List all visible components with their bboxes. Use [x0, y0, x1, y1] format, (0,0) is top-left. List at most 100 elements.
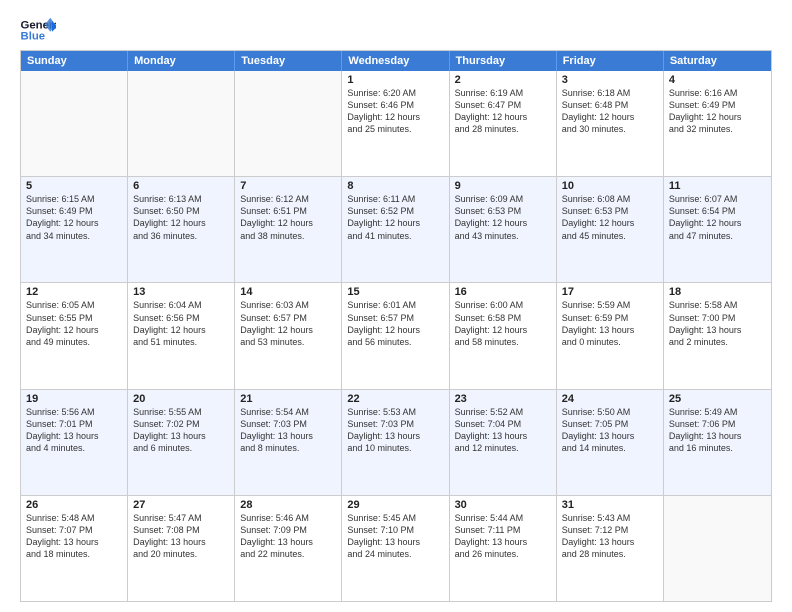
day-info: Sunrise: 6:01 AM Sunset: 6:57 PM Dayligh… [347, 299, 443, 348]
day-cell-5: 5Sunrise: 6:15 AM Sunset: 6:49 PM Daylig… [21, 177, 128, 282]
week-row-5: 26Sunrise: 5:48 AM Sunset: 7:07 PM Dayli… [21, 495, 771, 601]
day-cell-28: 28Sunrise: 5:46 AM Sunset: 7:09 PM Dayli… [235, 496, 342, 601]
day-cell-7: 7Sunrise: 6:12 AM Sunset: 6:51 PM Daylig… [235, 177, 342, 282]
day-info: Sunrise: 5:43 AM Sunset: 7:12 PM Dayligh… [562, 512, 658, 561]
day-cell-18: 18Sunrise: 5:58 AM Sunset: 7:00 PM Dayli… [664, 283, 771, 388]
week-row-2: 5Sunrise: 6:15 AM Sunset: 6:49 PM Daylig… [21, 176, 771, 282]
day-cell-6: 6Sunrise: 6:13 AM Sunset: 6:50 PM Daylig… [128, 177, 235, 282]
day-cell-25: 25Sunrise: 5:49 AM Sunset: 7:06 PM Dayli… [664, 390, 771, 495]
day-info: Sunrise: 6:19 AM Sunset: 6:47 PM Dayligh… [455, 87, 551, 136]
day-number: 10 [562, 180, 658, 192]
day-info: Sunrise: 6:09 AM Sunset: 6:53 PM Dayligh… [455, 193, 551, 242]
day-info: Sunrise: 5:48 AM Sunset: 7:07 PM Dayligh… [26, 512, 122, 561]
day-info: Sunrise: 5:52 AM Sunset: 7:04 PM Dayligh… [455, 406, 551, 455]
day-number: 11 [669, 180, 766, 192]
logo: General Blue [20, 16, 60, 44]
day-cell-29: 29Sunrise: 5:45 AM Sunset: 7:10 PM Dayli… [342, 496, 449, 601]
day-number: 7 [240, 180, 336, 192]
logo-icon: General Blue [20, 16, 56, 44]
day-number: 23 [455, 393, 551, 405]
day-cell-15: 15Sunrise: 6:01 AM Sunset: 6:57 PM Dayli… [342, 283, 449, 388]
day-info: Sunrise: 6:18 AM Sunset: 6:48 PM Dayligh… [562, 87, 658, 136]
day-cell-26: 26Sunrise: 5:48 AM Sunset: 7:07 PM Dayli… [21, 496, 128, 601]
day-info: Sunrise: 5:45 AM Sunset: 7:10 PM Dayligh… [347, 512, 443, 561]
empty-cell [664, 496, 771, 601]
day-cell-16: 16Sunrise: 6:00 AM Sunset: 6:58 PM Dayli… [450, 283, 557, 388]
day-cell-11: 11Sunrise: 6:07 AM Sunset: 6:54 PM Dayli… [664, 177, 771, 282]
header: General Blue [20, 16, 772, 44]
day-number: 5 [26, 180, 122, 192]
day-number: 22 [347, 393, 443, 405]
day-info: Sunrise: 6:00 AM Sunset: 6:58 PM Dayligh… [455, 299, 551, 348]
day-info: Sunrise: 5:46 AM Sunset: 7:09 PM Dayligh… [240, 512, 336, 561]
day-cell-10: 10Sunrise: 6:08 AM Sunset: 6:53 PM Dayli… [557, 177, 664, 282]
day-info: Sunrise: 6:12 AM Sunset: 6:51 PM Dayligh… [240, 193, 336, 242]
day-number: 24 [562, 393, 658, 405]
day-info: Sunrise: 5:59 AM Sunset: 6:59 PM Dayligh… [562, 299, 658, 348]
day-number: 17 [562, 286, 658, 298]
day-info: Sunrise: 5:49 AM Sunset: 7:06 PM Dayligh… [669, 406, 766, 455]
day-info: Sunrise: 5:56 AM Sunset: 7:01 PM Dayligh… [26, 406, 122, 455]
day-cell-1: 1Sunrise: 6:20 AM Sunset: 6:46 PM Daylig… [342, 71, 449, 176]
header-day-tuesday: Tuesday [235, 51, 342, 71]
day-info: Sunrise: 6:15 AM Sunset: 6:49 PM Dayligh… [26, 193, 122, 242]
day-cell-23: 23Sunrise: 5:52 AM Sunset: 7:04 PM Dayli… [450, 390, 557, 495]
day-number: 19 [26, 393, 122, 405]
calendar-header: SundayMondayTuesdayWednesdayThursdayFrid… [21, 51, 771, 71]
day-number: 20 [133, 393, 229, 405]
day-number: 14 [240, 286, 336, 298]
day-cell-19: 19Sunrise: 5:56 AM Sunset: 7:01 PM Dayli… [21, 390, 128, 495]
day-info: Sunrise: 6:04 AM Sunset: 6:56 PM Dayligh… [133, 299, 229, 348]
svg-text:Blue: Blue [21, 31, 46, 43]
day-info: Sunrise: 5:55 AM Sunset: 7:02 PM Dayligh… [133, 406, 229, 455]
week-row-3: 12Sunrise: 6:05 AM Sunset: 6:55 PM Dayli… [21, 282, 771, 388]
day-info: Sunrise: 5:53 AM Sunset: 7:03 PM Dayligh… [347, 406, 443, 455]
day-info: Sunrise: 5:47 AM Sunset: 7:08 PM Dayligh… [133, 512, 229, 561]
day-cell-22: 22Sunrise: 5:53 AM Sunset: 7:03 PM Dayli… [342, 390, 449, 495]
day-number: 28 [240, 499, 336, 511]
day-number: 12 [26, 286, 122, 298]
day-cell-27: 27Sunrise: 5:47 AM Sunset: 7:08 PM Dayli… [128, 496, 235, 601]
day-cell-4: 4Sunrise: 6:16 AM Sunset: 6:49 PM Daylig… [664, 71, 771, 176]
day-info: Sunrise: 6:11 AM Sunset: 6:52 PM Dayligh… [347, 193, 443, 242]
day-info: Sunrise: 5:54 AM Sunset: 7:03 PM Dayligh… [240, 406, 336, 455]
day-info: Sunrise: 6:05 AM Sunset: 6:55 PM Dayligh… [26, 299, 122, 348]
day-number: 29 [347, 499, 443, 511]
day-number: 1 [347, 74, 443, 86]
empty-cell [235, 71, 342, 176]
day-number: 26 [26, 499, 122, 511]
day-info: Sunrise: 6:03 AM Sunset: 6:57 PM Dayligh… [240, 299, 336, 348]
day-cell-13: 13Sunrise: 6:04 AM Sunset: 6:56 PM Dayli… [128, 283, 235, 388]
day-cell-3: 3Sunrise: 6:18 AM Sunset: 6:48 PM Daylig… [557, 71, 664, 176]
day-info: Sunrise: 5:58 AM Sunset: 7:00 PM Dayligh… [669, 299, 766, 348]
day-cell-2: 2Sunrise: 6:19 AM Sunset: 6:47 PM Daylig… [450, 71, 557, 176]
day-info: Sunrise: 6:08 AM Sunset: 6:53 PM Dayligh… [562, 193, 658, 242]
header-day-thursday: Thursday [450, 51, 557, 71]
day-number: 31 [562, 499, 658, 511]
day-info: Sunrise: 6:07 AM Sunset: 6:54 PM Dayligh… [669, 193, 766, 242]
day-cell-24: 24Sunrise: 5:50 AM Sunset: 7:05 PM Dayli… [557, 390, 664, 495]
day-number: 27 [133, 499, 229, 511]
header-day-saturday: Saturday [664, 51, 771, 71]
day-info: Sunrise: 5:44 AM Sunset: 7:11 PM Dayligh… [455, 512, 551, 561]
day-cell-31: 31Sunrise: 5:43 AM Sunset: 7:12 PM Dayli… [557, 496, 664, 601]
day-number: 21 [240, 393, 336, 405]
day-number: 2 [455, 74, 551, 86]
day-number: 25 [669, 393, 766, 405]
day-number: 9 [455, 180, 551, 192]
day-info: Sunrise: 6:16 AM Sunset: 6:49 PM Dayligh… [669, 87, 766, 136]
day-number: 8 [347, 180, 443, 192]
day-cell-21: 21Sunrise: 5:54 AM Sunset: 7:03 PM Dayli… [235, 390, 342, 495]
day-cell-8: 8Sunrise: 6:11 AM Sunset: 6:52 PM Daylig… [342, 177, 449, 282]
day-info: Sunrise: 6:13 AM Sunset: 6:50 PM Dayligh… [133, 193, 229, 242]
day-cell-20: 20Sunrise: 5:55 AM Sunset: 7:02 PM Dayli… [128, 390, 235, 495]
calendar: SundayMondayTuesdayWednesdayThursdayFrid… [20, 50, 772, 602]
week-row-1: 1Sunrise: 6:20 AM Sunset: 6:46 PM Daylig… [21, 71, 771, 176]
day-cell-14: 14Sunrise: 6:03 AM Sunset: 6:57 PM Dayli… [235, 283, 342, 388]
day-number: 3 [562, 74, 658, 86]
day-number: 16 [455, 286, 551, 298]
day-number: 18 [669, 286, 766, 298]
day-cell-30: 30Sunrise: 5:44 AM Sunset: 7:11 PM Dayli… [450, 496, 557, 601]
day-cell-9: 9Sunrise: 6:09 AM Sunset: 6:53 PM Daylig… [450, 177, 557, 282]
day-info: Sunrise: 5:50 AM Sunset: 7:05 PM Dayligh… [562, 406, 658, 455]
